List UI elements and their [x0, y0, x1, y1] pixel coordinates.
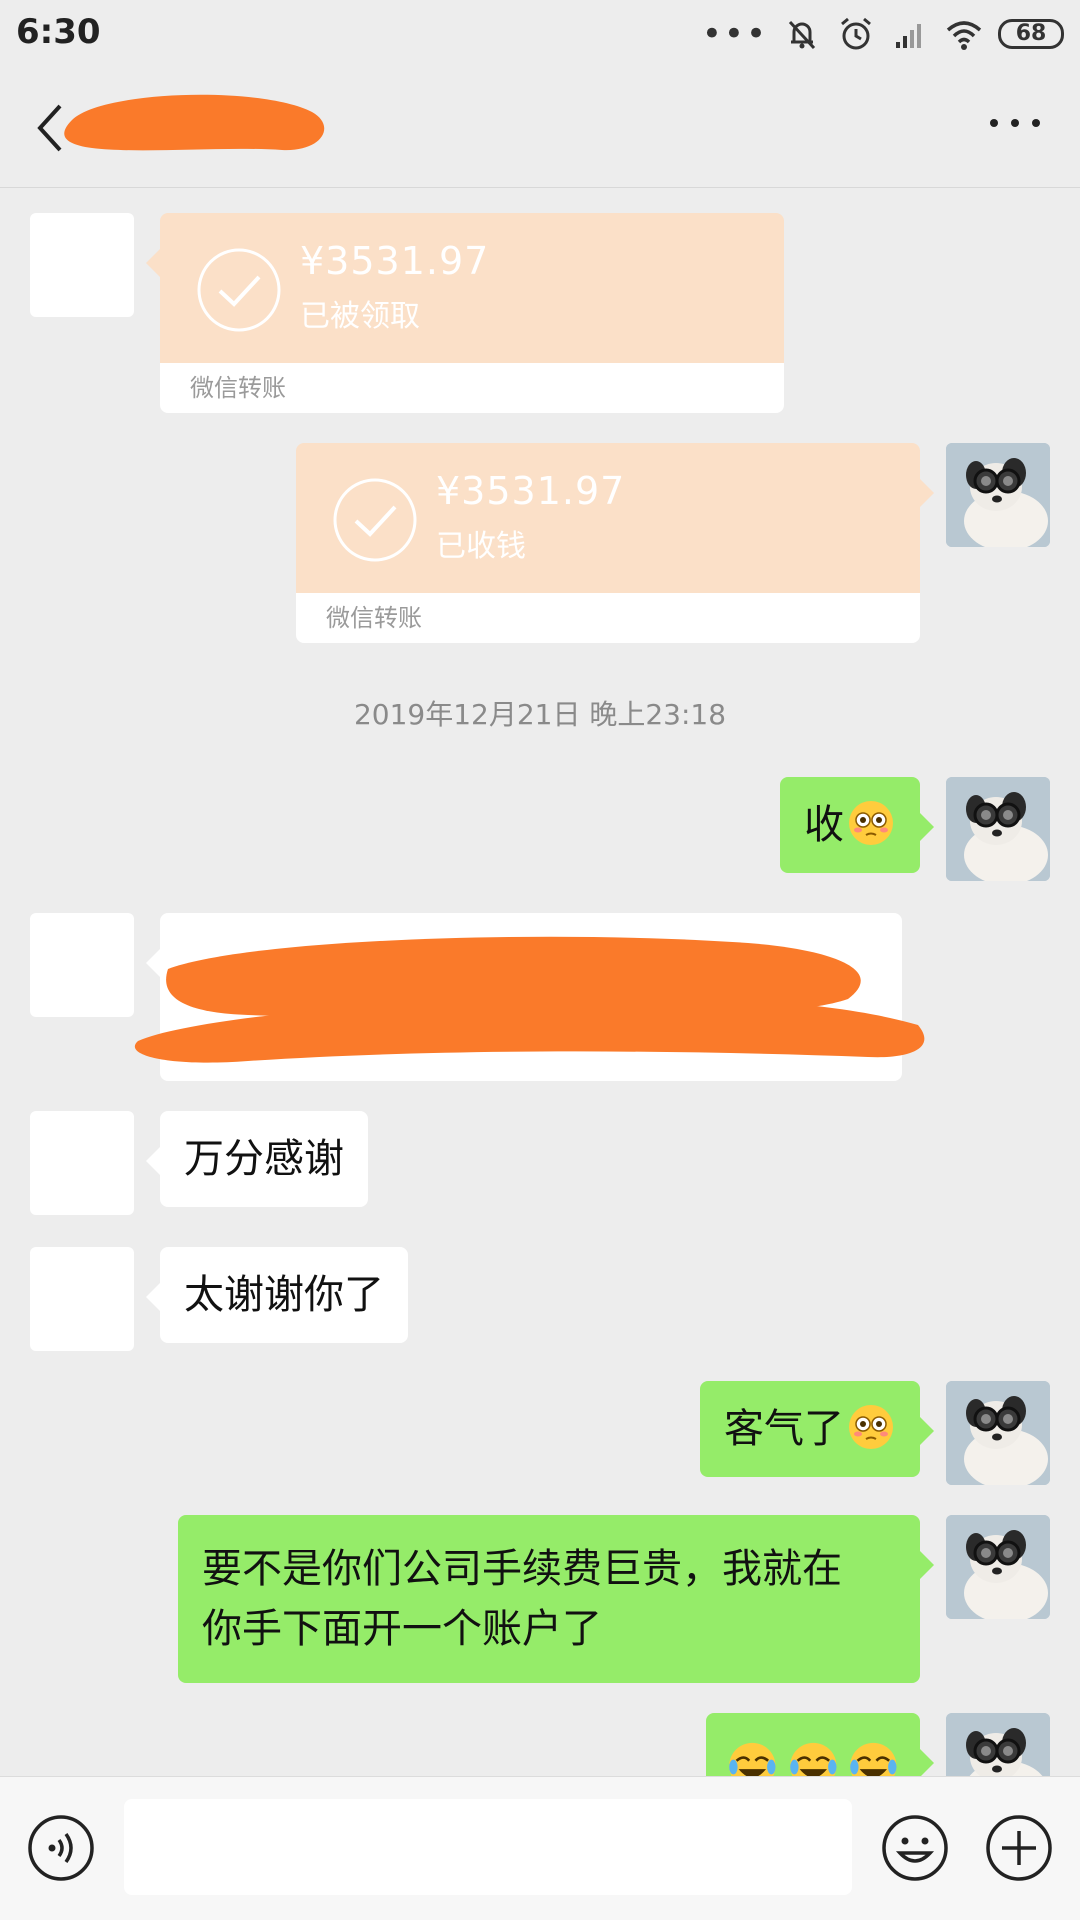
- crying-laugh-emoji-icon: [729, 1742, 776, 1776]
- alarm-icon: [841, 17, 871, 50]
- voice-icon[interactable]: [26, 1813, 96, 1883]
- check-icon: [197, 248, 281, 332]
- signal-icon: [896, 24, 921, 48]
- flushed-emoji-icon: [849, 1405, 893, 1449]
- transfer-status: 已收钱: [436, 529, 526, 564]
- avatar-contact[interactable]: [30, 1111, 134, 1215]
- message-text: 太谢谢你了: [184, 1272, 384, 1318]
- message-bubble-sent[interactable]: 要不是你们公司手续费巨贵，我就在 你手下面开一个账户了: [178, 1515, 934, 1683]
- avatar-contact[interactable]: [30, 213, 134, 317]
- message-text: 收: [804, 802, 844, 848]
- message-bubble-received[interactable]: 万分感谢: [146, 1111, 368, 1207]
- message-bubble-received[interactable]: 太谢谢你了: [146, 1247, 408, 1343]
- status-bar: 6:30 ••• 68: [0, 0, 1080, 68]
- chat-timestamp: 2019年12月21日 晚上23:18: [353, 698, 727, 731]
- check-icon: [333, 478, 417, 562]
- dog-avatar-icon: [946, 443, 1050, 547]
- status-icons: ••• 68: [702, 12, 1064, 56]
- dog-avatar-icon: [946, 1381, 1050, 1485]
- transfer-footer: 微信转账: [160, 363, 784, 413]
- avatar-self[interactable]: [946, 1713, 1050, 1776]
- crying-laugh-emoji-icon: [850, 1742, 897, 1776]
- plus-icon[interactable]: [984, 1813, 1054, 1883]
- message-bubble-sent-emoji[interactable]: [706, 1713, 934, 1776]
- message-input-bar: [0, 1776, 1080, 1920]
- more-icon[interactable]: [990, 108, 1040, 138]
- transfer-amount: ¥3531.97: [436, 469, 626, 513]
- mute-bell-icon: [788, 20, 816, 50]
- transfer-footer: 微信转账: [296, 593, 920, 643]
- avatar-self[interactable]: [946, 1381, 1050, 1485]
- message-text-line-1: 要不是你们公司手续费巨贵，我就在: [202, 1546, 842, 1592]
- crying-laugh-emoji-icon: [789, 1742, 837, 1776]
- message-text: 万分感谢: [184, 1136, 344, 1182]
- notification-dots: •••: [701, 14, 768, 54]
- battery-indicator: 68: [998, 19, 1064, 49]
- emoji-icon[interactable]: [880, 1813, 950, 1883]
- message-input[interactable]: [124, 1799, 852, 1895]
- transfer-card-received[interactable]: ¥3531.97 已被领取 微信转账: [146, 213, 784, 413]
- avatar-self[interactable]: [946, 777, 1050, 881]
- message-bubble-sent[interactable]: 客气了: [700, 1381, 934, 1477]
- message-text: 客气了: [724, 1406, 844, 1452]
- redaction-scribble: [134, 936, 925, 1063]
- transfer-amount: ¥3531.97: [300, 239, 490, 283]
- chat-title-redacted: [64, 94, 325, 151]
- message-text-line-2: 你手下面开一个账户了: [202, 1606, 602, 1652]
- chat-header: [0, 68, 1080, 188]
- avatar-self[interactable]: [946, 443, 1050, 547]
- dog-avatar-icon: [946, 1713, 1050, 1776]
- avatar-contact[interactable]: [30, 913, 134, 1017]
- avatar-contact[interactable]: [30, 1247, 134, 1351]
- transfer-card-sent[interactable]: ¥3531.97 已收钱 微信转账: [296, 443, 934, 643]
- chat-message-list[interactable]: ¥3531.97 已被领取 微信转账 ¥3531.97 已收钱 微信转账 201…: [0, 189, 1080, 1776]
- flushed-emoji-icon: [849, 801, 893, 845]
- message-bubble-sent[interactable]: 收: [780, 777, 934, 873]
- status-time: 6:30: [16, 12, 101, 52]
- avatar-self[interactable]: [946, 1515, 1050, 1619]
- dog-avatar-icon: [946, 777, 1050, 881]
- wifi-icon: [946, 21, 982, 50]
- transfer-status: 已被领取: [300, 299, 420, 334]
- dog-avatar-icon: [946, 1515, 1050, 1619]
